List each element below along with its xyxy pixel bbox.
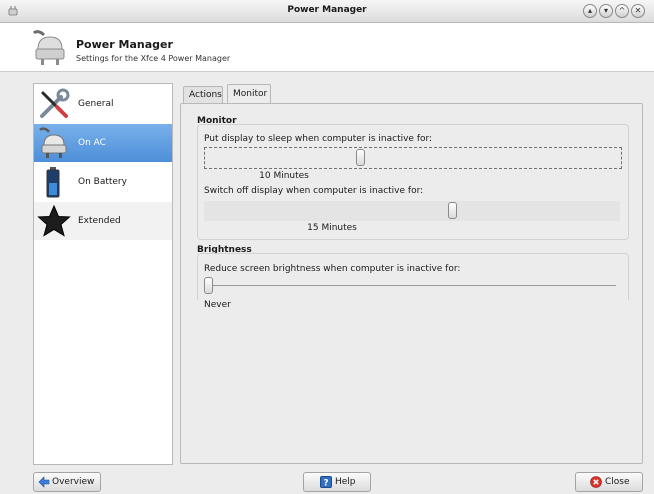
sidebar-item-on-ac[interactable]: On AC <box>34 124 172 162</box>
sleep-label: Put display to sleep when computer is in… <box>204 134 433 144</box>
svg-text:?: ? <box>323 479 328 489</box>
close-button[interactable]: Close <box>575 472 643 492</box>
off-label: Switch off display when computer is inac… <box>204 186 424 196</box>
sleep-value: 10 Minutes <box>259 171 309 181</box>
slider-handle[interactable] <box>356 149 365 166</box>
header-subtitle: Settings for the Xfce 4 Power Manager <box>76 54 231 63</box>
close-icon[interactable]: ✕ <box>631 4 645 18</box>
sidebar-item-on-battery[interactable]: On Battery <box>34 163 172 201</box>
ac-plug-icon <box>39 127 67 158</box>
close-label: Close <box>605 477 630 487</box>
wrench-screwdriver-icon <box>40 88 70 118</box>
tab-monitor[interactable]: Monitor <box>227 84 271 103</box>
restore-icon[interactable]: ▾ <box>599 4 613 18</box>
sidebar-item-label: General <box>78 99 114 109</box>
sleep-slider[interactable] <box>204 147 622 169</box>
window-title: Power Manager <box>287 5 367 15</box>
sidebar-item-general[interactable]: General <box>34 85 172 123</box>
tab-actions[interactable]: Actions <box>183 86 223 103</box>
star-icon <box>37 204 71 237</box>
sidebar-item-extended[interactable]: Extended <box>34 202 172 240</box>
sidebar-item-label: On Battery <box>78 177 127 187</box>
dialog-header: Power Manager Settings for the Xfce 4 Po… <box>0 23 654 72</box>
reduce-value: Never <box>204 300 231 310</box>
reduce-slider[interactable] <box>204 276 616 296</box>
slider-handle[interactable] <box>448 202 457 219</box>
close-circle-icon <box>590 476 602 488</box>
battery-icon <box>46 167 60 198</box>
sidebar-item-label: On AC <box>78 138 106 148</box>
header-title: Power Manager <box>76 38 173 51</box>
sidebar: General On AC On Battery Extended <box>33 83 173 465</box>
reduce-label: Reduce screen brightness when computer i… <box>204 264 461 274</box>
slider-track <box>204 285 616 286</box>
ac-plug-icon <box>32 30 65 65</box>
overview-button[interactable]: Overview <box>33 472 101 492</box>
help-label: Help <box>335 477 356 487</box>
maximize-icon[interactable]: ^ <box>615 4 629 18</box>
help-icon: ? <box>320 476 332 488</box>
arrow-left-icon <box>38 476 50 488</box>
slider-handle[interactable] <box>204 277 213 294</box>
minimize-icon[interactable]: ▴ <box>583 4 597 18</box>
sidebar-item-label: Extended <box>78 216 121 226</box>
monitor-tab-panel: Monitor Put display to sleep when comput… <box>180 103 643 464</box>
window-titlebar[interactable]: Power Manager ▴ ▾ ^ ✕ <box>0 0 654 23</box>
help-button[interactable]: ? Help <box>303 472 371 492</box>
off-value: 15 Minutes <box>307 223 357 233</box>
overview-label: Overview <box>52 477 95 487</box>
off-slider[interactable] <box>204 201 620 221</box>
